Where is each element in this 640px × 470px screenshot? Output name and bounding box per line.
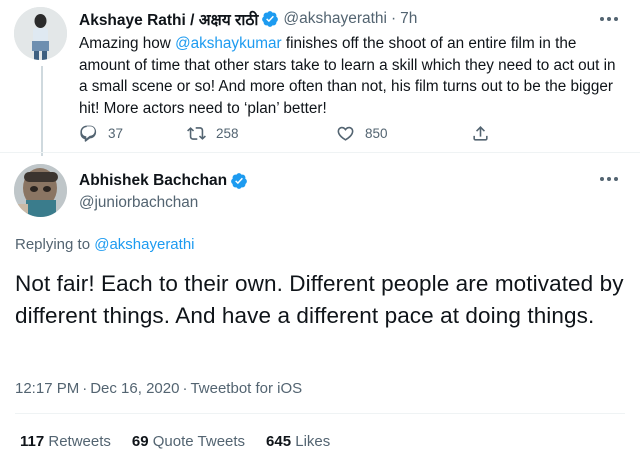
verified-badge-icon xyxy=(230,172,248,190)
parent-tweet[interactable]: Akshaye Rathi / अक्षय राठी @akshayerathi… xyxy=(0,0,640,156)
avatar[interactable] xyxy=(14,164,67,217)
tweet-source[interactable]: Tweetbot for iOS xyxy=(190,380,302,397)
retweets-label: Retweets xyxy=(48,433,111,450)
quote-tweets-count: 69 xyxy=(131,433,149,450)
quote-tweets-stat[interactable]: 69 Quote Tweets xyxy=(132,433,245,450)
tweet-date[interactable]: Dec 16, 2020 xyxy=(90,380,179,397)
tweet-time[interactable]: 12:17 PM xyxy=(15,380,79,397)
parent-tweet-text: Amazing how @akshaykumar finishes off th… xyxy=(79,33,624,119)
like-count: 850 xyxy=(365,126,388,141)
reply-button[interactable]: 37 xyxy=(79,124,123,143)
verified-badge-icon xyxy=(261,10,279,28)
quote-tweets-label: Quote Tweets xyxy=(152,433,246,450)
avatar[interactable] xyxy=(14,7,67,60)
retweets-stat[interactable]: 117 Retweets xyxy=(20,433,111,450)
replying-prefix: Replying to xyxy=(15,236,95,253)
author-name[interactable]: Abhishek Bachchan xyxy=(79,172,227,190)
retweet-button[interactable]: 258 xyxy=(187,124,239,143)
stats-divider xyxy=(15,413,625,414)
share-button[interactable] xyxy=(471,124,500,143)
like-icon xyxy=(337,126,354,141)
main-tweet-author: Abhishek Bachchan xyxy=(79,172,252,190)
likes-count: 645 xyxy=(266,433,292,450)
thread-connector-line xyxy=(41,66,43,156)
retweets-count: 117 xyxy=(20,433,45,450)
author-handle[interactable]: @juniorbachchan xyxy=(79,194,198,212)
likes-label: Likes xyxy=(295,433,331,450)
tweet-divider xyxy=(0,152,640,153)
author-name[interactable]: Akshaye Rathi / अक्षय राठी xyxy=(79,8,258,30)
parent-tweet-header: Akshaye Rathi / अक्षय राठी @akshayerathi… xyxy=(79,8,417,30)
tweet-metadata: 12:17 PM · Dec 16, 2020 · Tweetbot for iOS xyxy=(15,380,302,397)
main-tweet-text: Not fair! Each to their own. Different p… xyxy=(15,271,624,328)
tweet-text-part: Amazing how xyxy=(79,35,176,52)
parent-tweet-actions: 37 258 850 xyxy=(79,124,559,146)
more-options-icon[interactable] xyxy=(598,172,620,186)
tweet-time-ago[interactable]: 7h xyxy=(400,10,417,28)
header-separator: · xyxy=(391,10,397,27)
mention-link[interactable]: @akshaykumar xyxy=(175,35,282,52)
more-options-icon[interactable] xyxy=(598,12,620,26)
replying-to: Replying to @akshayerathi xyxy=(15,236,195,253)
tweet-stats: 117 Retweets 69 Quote Tweets 645 Likes xyxy=(20,433,351,450)
meta-dot: · xyxy=(82,380,88,397)
reply-icon xyxy=(80,125,97,142)
author-handle[interactable]: @akshayerathi xyxy=(283,10,387,28)
share-icon xyxy=(473,126,488,141)
retweet-count: 258 xyxy=(216,126,239,141)
reply-count: 37 xyxy=(108,126,124,141)
likes-stat[interactable]: 645 Likes xyxy=(266,433,330,450)
retweet-icon xyxy=(187,127,206,140)
meta-dot: · xyxy=(182,380,188,397)
replying-to-link[interactable]: @akshayerathi xyxy=(94,236,194,253)
like-button[interactable]: 850 xyxy=(336,124,388,143)
